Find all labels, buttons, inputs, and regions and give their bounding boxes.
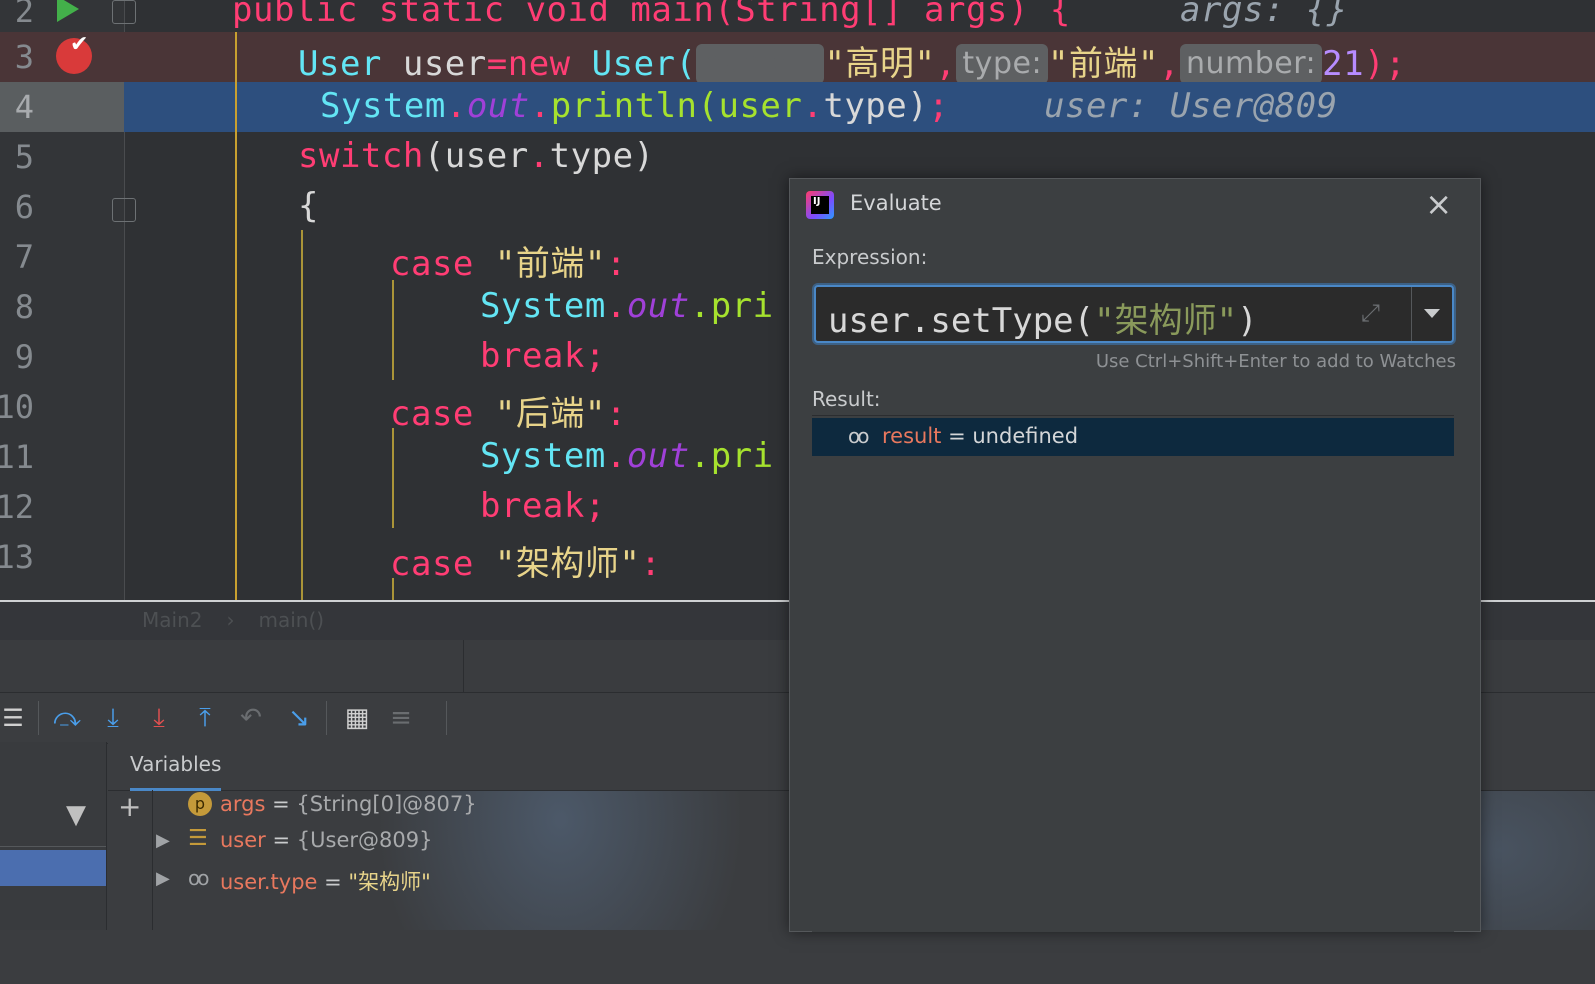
indent-guide [235,32,237,600]
breakpoint-check-icon: ✔ [70,32,89,57]
force-step-into-icon[interactable]: ⤓ [142,701,176,735]
line-number: 9 [14,338,34,376]
menu-lines-icon[interactable]: ☰ [0,701,30,735]
evaluate-dialog[interactable]: IJ Evaluate × Expression: user.setType("… [789,178,1481,932]
line-number: 10 [0,388,34,426]
code-text: System.out.pri [480,286,774,326]
line-number: 11 [0,438,34,476]
indent-guide [392,578,394,600]
frames-panel: ▼ [0,742,107,930]
dialog-title: Evaluate [850,191,942,215]
code-text: User user=new User(name: "高明", type: "前端", n… [298,44,1407,84]
variable-row[interactable]: ▶ oo user.type = "架构师" [152,864,431,900]
object-icon: ☰ [188,826,208,851]
run-gutter-icon[interactable] [57,0,79,22]
watches-hint: Use Ctrl+Shift+Enter to add to Watches [1095,351,1456,372]
code-text: case "前端": [390,244,627,284]
step-into-icon[interactable]: ⤓ [96,701,130,735]
line-number: 6 [14,188,34,226]
variable-row[interactable]: ▶ ☰ user = {User@809} [152,826,432,862]
divider [0,846,106,847]
code-text: break; [480,486,606,526]
code-text: case "后端": [390,394,627,434]
line-number: 8 [14,288,34,326]
fold-icon[interactable] [112,198,136,222]
code-text: System.out.println(user.type); [320,86,950,126]
tab-variables[interactable]: Variables [130,752,222,791]
line-number: 13 [0,538,34,576]
run-to-cursor-icon[interactable]: ↘ [282,701,316,735]
watch-glasses-icon: oo [848,424,870,448]
result-label: Result: [812,387,881,411]
line-number: 4 [14,88,34,126]
breadcrumb: Main2 › main() [142,608,348,632]
line-number: 12 [0,488,34,526]
drop-frame-icon[interactable]: ↶ [234,701,268,735]
close-icon[interactable]: × [1425,185,1452,223]
fold-icon[interactable] [112,0,136,24]
history-dropdown-button[interactable] [1411,287,1452,341]
indent-guide [301,230,303,600]
indent-guide [392,428,394,528]
result-row[interactable]: oo result = undefined [812,418,1454,456]
inline-debug-value: args: {} [1180,0,1348,30]
code-text: System.out.pri [480,436,774,476]
code-line-3[interactable]: 3 User user=new User(name: "高明", type: "前端"… [0,32,1595,84]
code-text: case "架构师": [390,544,662,584]
selected-frame[interactable] [0,850,106,886]
indent-guide [392,280,394,380]
toolbar-separator [446,701,447,735]
watch-glasses-icon: oo [188,866,210,890]
line-number: 2 [14,0,34,30]
code-line-2[interactable]: 2 public static void main(String[] args)… [0,0,1595,36]
variables-list: p args = {String[0]@807} ▶ ☰ user = {Use… [152,790,792,930]
filter-icon[interactable]: ▼ [66,800,86,830]
step-out-icon[interactable]: ⤒ [188,701,222,735]
toolbar-separator [326,701,327,735]
code-text: { [298,186,319,226]
p-badge-icon: p [188,790,212,816]
evaluate-expression-icon[interactable]: ▦ [340,701,374,735]
breadcrumb-file[interactable]: Main2 [142,608,202,632]
line-number: 3 [14,38,34,76]
add-watch-icon[interactable]: + [118,790,141,823]
line-number: 5 [14,138,34,176]
code-line-5[interactable]: 5 switch(user.type) [0,132,1595,182]
code-text: switch(user.type) [298,136,655,176]
result-tree[interactable]: oo result = undefined [812,415,1454,932]
expand-arrow-icon[interactable]: ▶ [156,868,170,889]
variables-side-toolbar: + [108,790,153,930]
expression-input[interactable]: user.setType("架构师") ⤢ [814,285,1454,343]
line-number: 7 [14,238,34,276]
code-text: break; [480,336,606,376]
trace-stream-icon[interactable]: ≡ [384,701,418,735]
param-hint-number: number: [1179,44,1323,84]
breadcrumb-separator: › [226,608,235,632]
expression-label: Expression: [812,245,928,269]
param-hint-type: type: [956,44,1049,84]
expression-text[interactable]: user.setType("架构师") [828,293,1258,342]
param-hint-name: name: [696,44,825,84]
expand-editor-icon[interactable]: ⤢ [1361,299,1380,327]
toolbar-separator [38,701,39,735]
intellij-logo-icon: IJ [806,191,834,219]
breadcrumb-method[interactable]: main() [258,608,324,632]
step-over-icon[interactable]: ⤼ [50,701,84,735]
expand-arrow-icon[interactable]: ▶ [156,830,170,851]
inline-debug-value: user: User@809 [1044,86,1338,126]
debug-session-tab[interactable] [0,640,464,692]
code-text: public static void main(String[] args) { [232,0,1071,30]
code-line-4-current[interactable]: 4 System.out.println(user.type); user: U… [0,82,1595,132]
variable-row[interactable]: p args = {String[0]@807} [152,790,477,826]
